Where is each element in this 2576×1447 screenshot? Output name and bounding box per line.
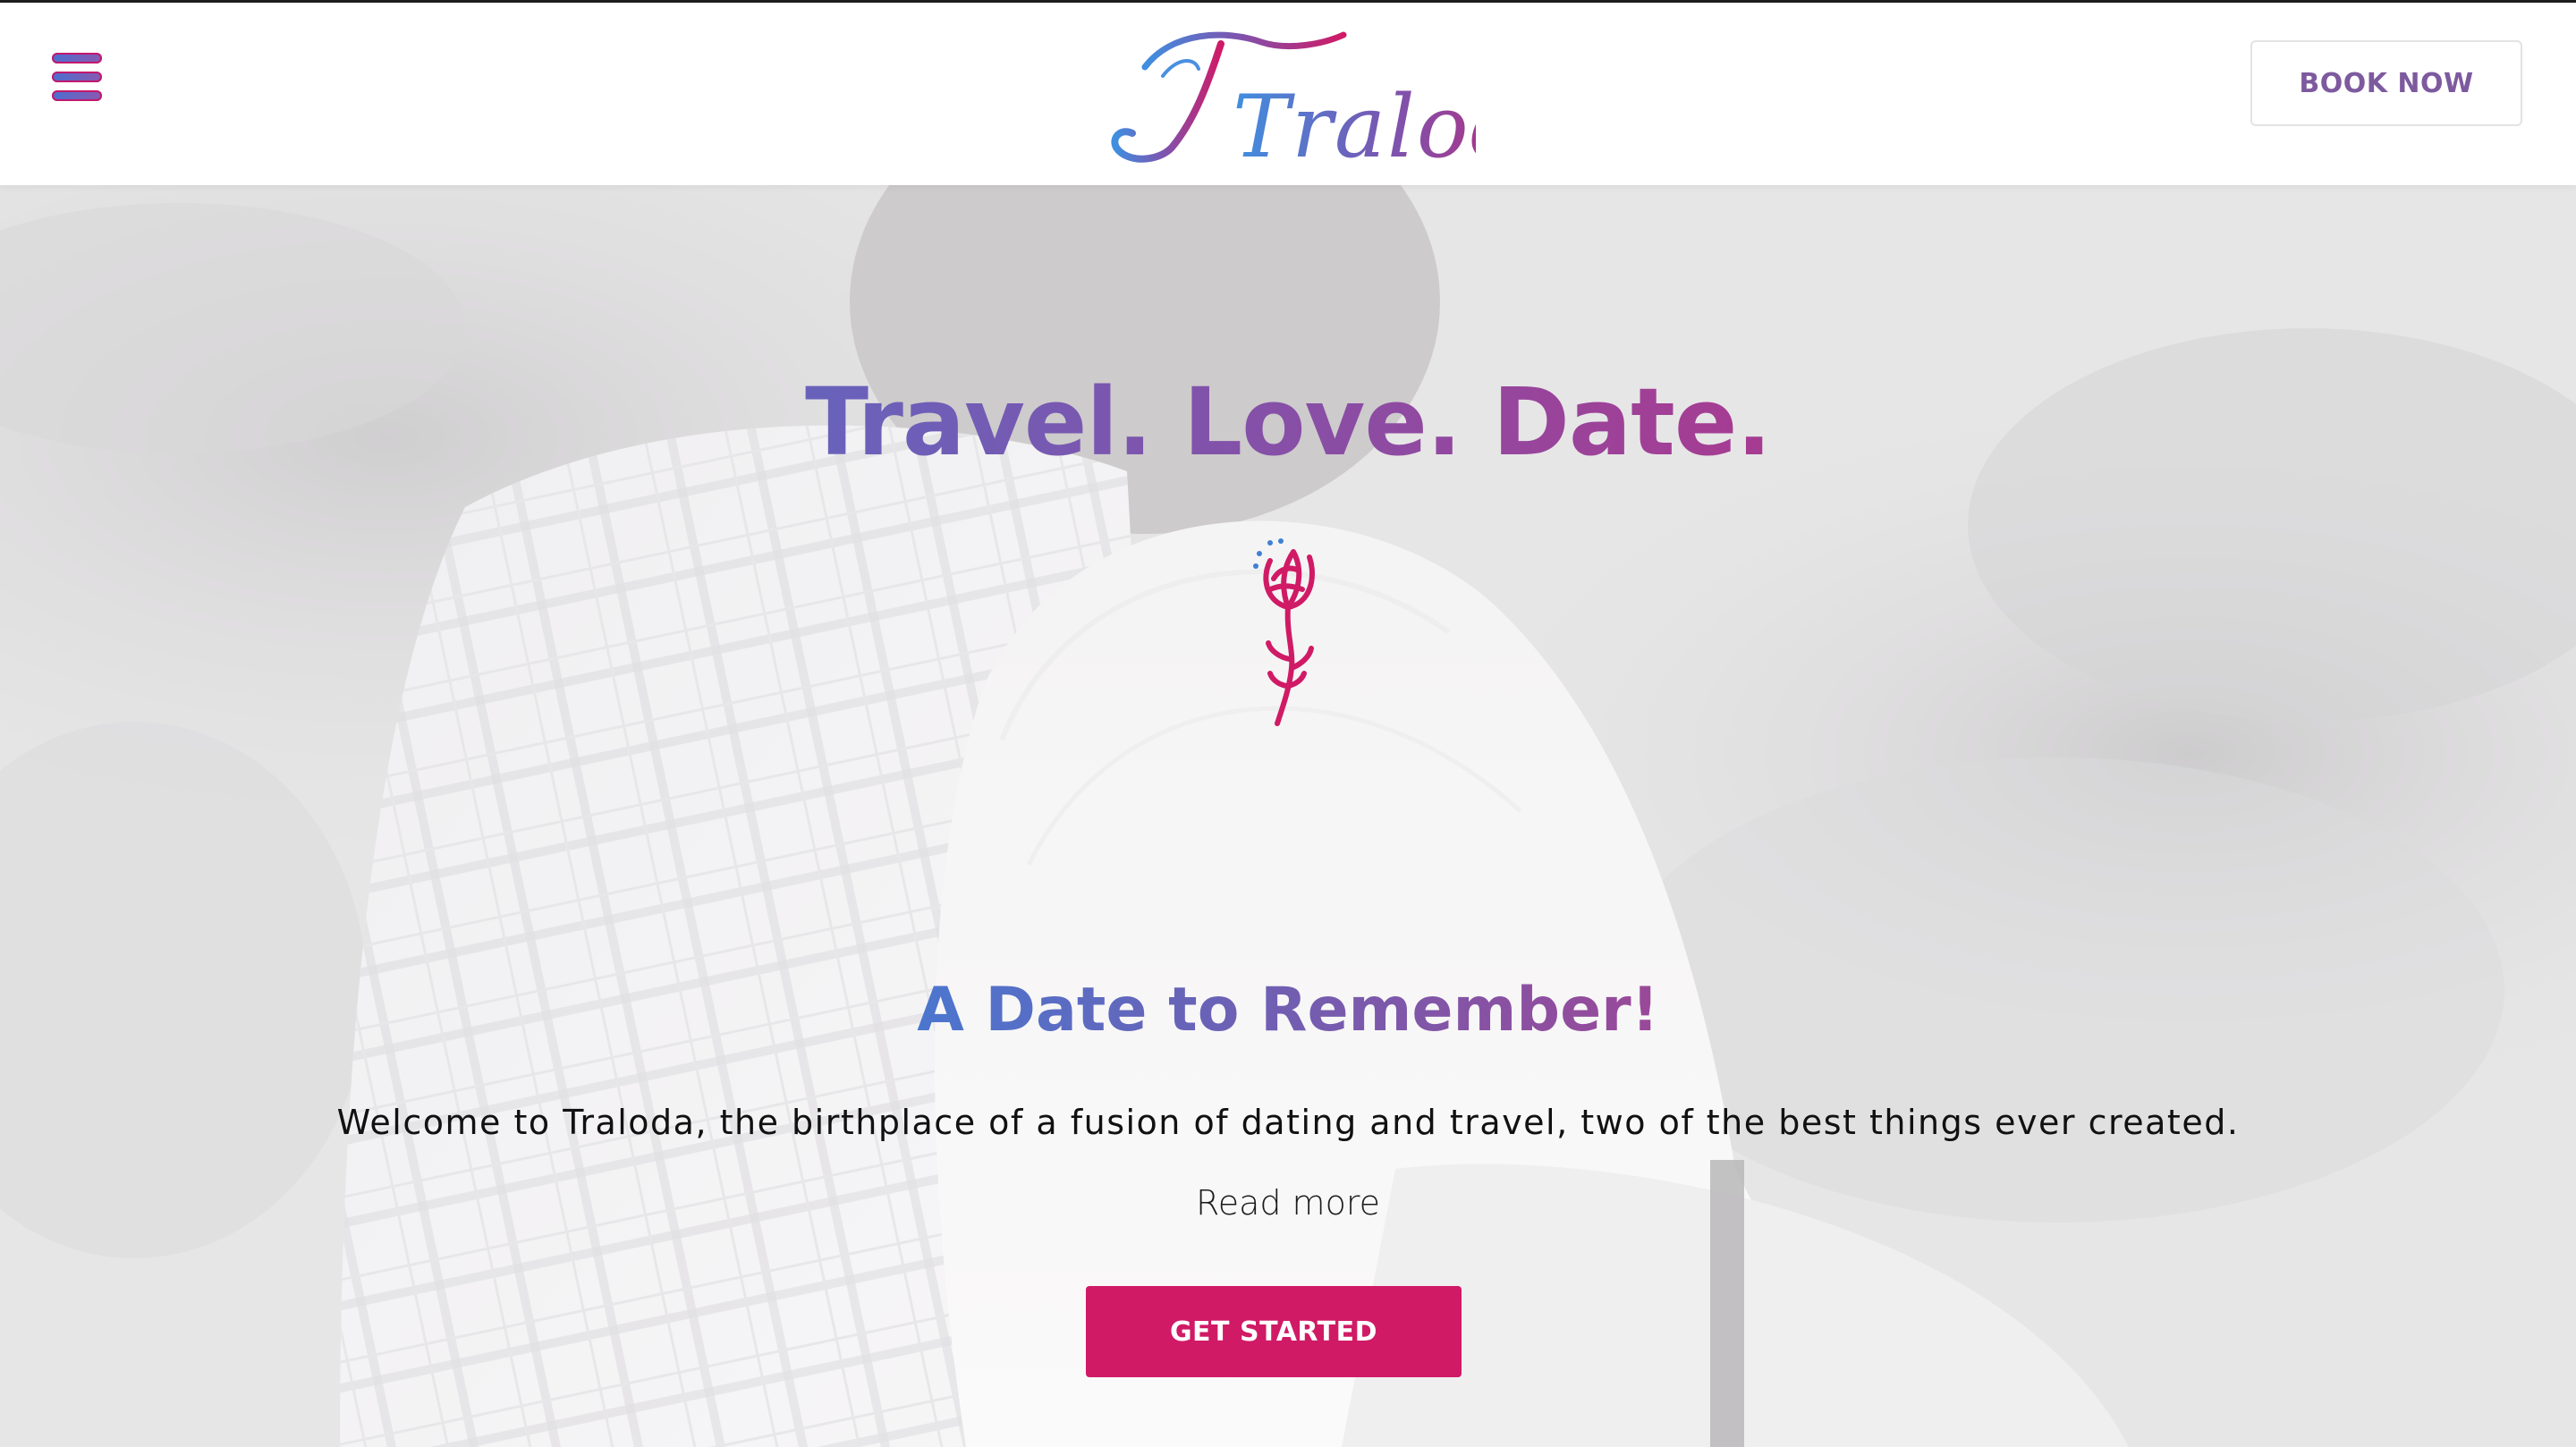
subheading-text: A Date to Remember!	[917, 975, 1659, 1046]
menu-bar	[52, 53, 102, 63]
logo-text: Traloda	[1233, 77, 1476, 171]
get-started-button[interactable]: GET STARTED	[1086, 1286, 1462, 1377]
book-now-button[interactable]: BOOK NOW	[2250, 40, 2522, 126]
flower-icon	[1253, 538, 1315, 726]
headline-word: Love.	[1182, 367, 1462, 477]
hero-headline: Travel. Love. Date.	[0, 364, 2576, 480]
headline-word: Date.	[1492, 367, 1771, 477]
hamburger-menu-icon[interactable]	[52, 49, 102, 105]
menu-bar	[52, 72, 102, 82]
traloda-logo[interactable]: Traloda	[1109, 22, 1476, 171]
headline-word: Travel.	[805, 367, 1152, 477]
hero-section: Travel. Love. Date. A Date to Remember! …	[0, 185, 2576, 1447]
menu-bar	[52, 90, 102, 101]
hero-subheading: A Date to Remember!	[0, 970, 2576, 1051]
site-header: Traloda BOOK NOW	[0, 3, 2576, 185]
welcome-text: Welcome to Traloda, the birthplace of a …	[336, 1103, 2240, 1142]
hero-content: Travel. Love. Date. A Date to Remember! …	[0, 185, 2576, 1447]
read-more-link[interactable]: Read more	[0, 1178, 2576, 1228]
